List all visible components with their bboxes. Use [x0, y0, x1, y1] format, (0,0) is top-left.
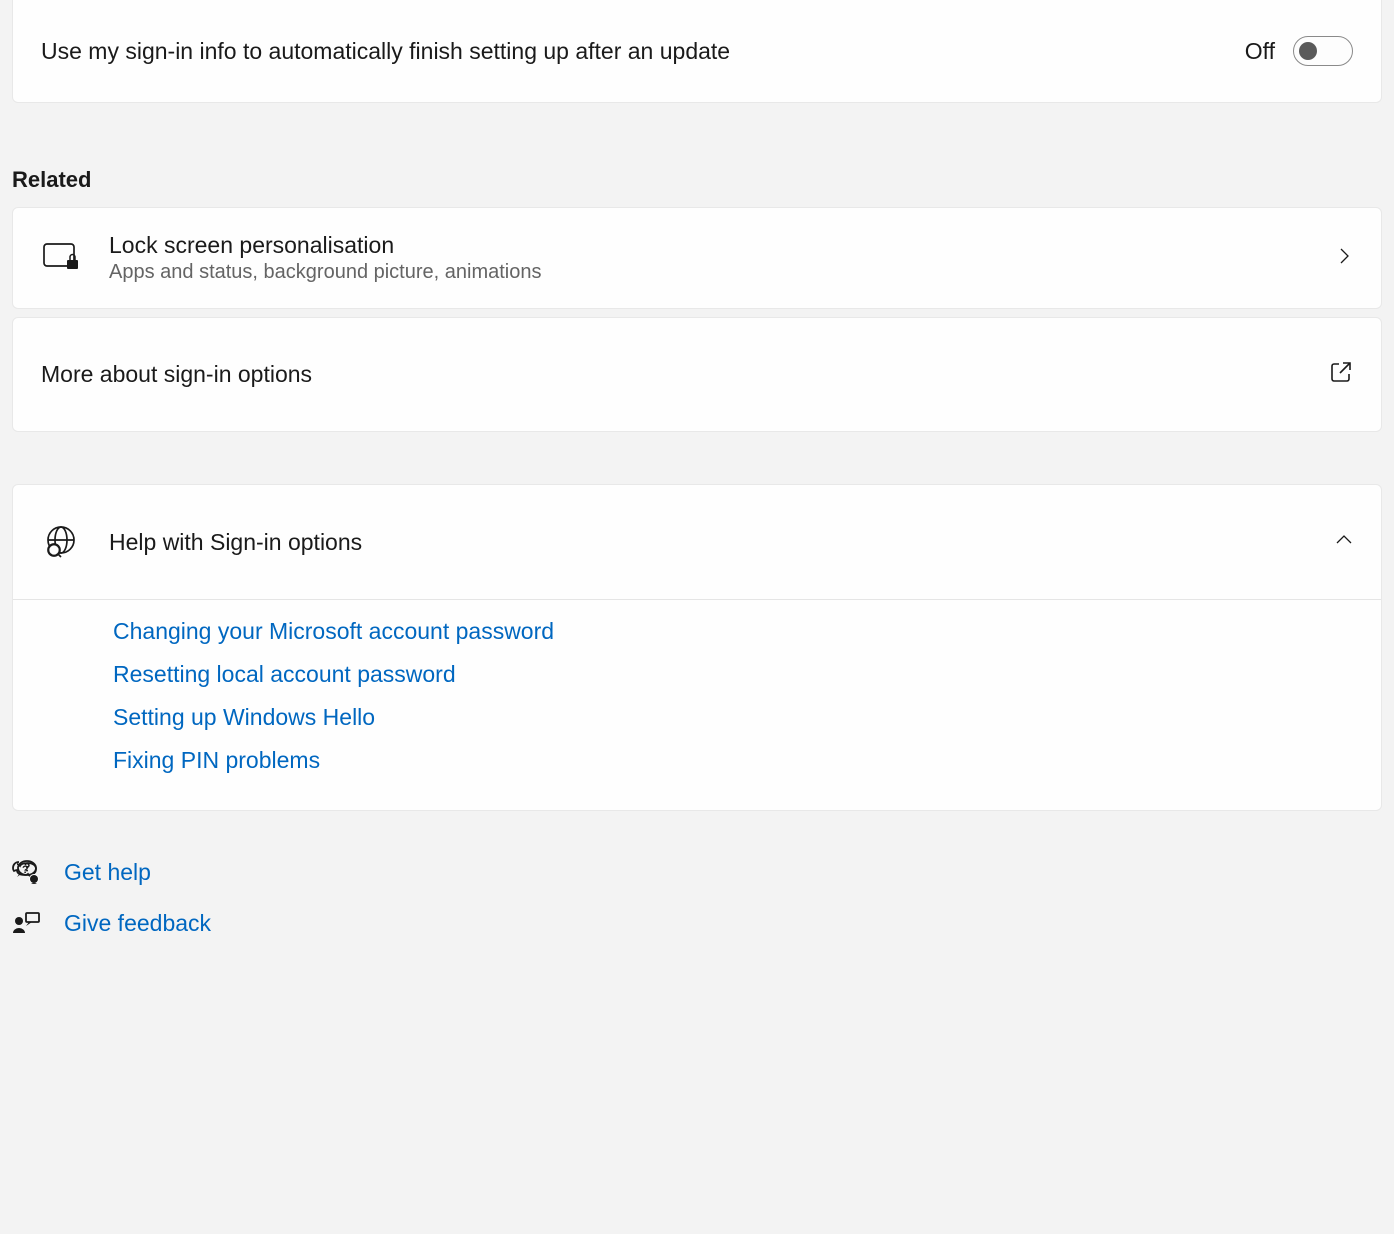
give-feedback-text: Give feedback: [64, 910, 211, 937]
get-help-icon: ?: [12, 860, 40, 886]
footer-links: ? Get help Give feedback: [12, 859, 1382, 937]
lock-screen-icon: [41, 243, 81, 273]
feedback-icon: [12, 911, 40, 937]
more-about-title: More about sign-in options: [41, 361, 1301, 388]
auto-signin-toggle[interactable]: [1293, 36, 1353, 66]
help-link-pin[interactable]: Fixing PIN problems: [113, 747, 320, 774]
toggle-knob: [1299, 42, 1317, 60]
related-heading: Related: [12, 167, 1382, 193]
help-title: Help with Sign-in options: [109, 529, 1307, 556]
external-link-icon: [1329, 360, 1353, 389]
get-help-text: Get help: [64, 859, 151, 886]
more-about-card: More about sign-in options: [12, 317, 1382, 432]
auto-signin-label: Use my sign-in info to automatically fin…: [41, 38, 1225, 65]
lock-screen-title: Lock screen personalisation: [109, 232, 1307, 259]
more-about-row[interactable]: More about sign-in options: [13, 318, 1381, 431]
lock-screen-subtitle: Apps and status, background picture, ani…: [109, 261, 1307, 284]
search-globe-icon: [41, 525, 81, 559]
help-link-change-password[interactable]: Changing your Microsoft account password: [113, 618, 554, 645]
lock-screen-text: Lock screen personalisation Apps and sta…: [109, 232, 1307, 284]
lock-screen-card: Lock screen personalisation Apps and sta…: [12, 207, 1382, 309]
give-feedback-link[interactable]: Give feedback: [12, 910, 1382, 937]
auto-signin-setting-row[interactable]: Use my sign-in info to automatically fin…: [13, 0, 1381, 102]
help-header-row[interactable]: Help with Sign-in options: [13, 485, 1381, 600]
help-link-windows-hello[interactable]: Setting up Windows Hello: [113, 704, 375, 731]
auto-signin-setting-card: Use my sign-in info to automatically fin…: [12, 0, 1382, 103]
chevron-up-icon: [1335, 531, 1353, 554]
chevron-right-icon: [1335, 247, 1353, 270]
help-links-list: Changing your Microsoft account password…: [13, 600, 1381, 810]
toggle-container: Off: [1245, 36, 1353, 66]
help-card: Help with Sign-in options Changing your …: [12, 484, 1382, 811]
lock-screen-row[interactable]: Lock screen personalisation Apps and sta…: [13, 208, 1381, 308]
toggle-state-text: Off: [1245, 38, 1275, 65]
help-link-reset-local[interactable]: Resetting local account password: [113, 661, 456, 688]
get-help-link[interactable]: ? Get help: [12, 859, 1382, 886]
